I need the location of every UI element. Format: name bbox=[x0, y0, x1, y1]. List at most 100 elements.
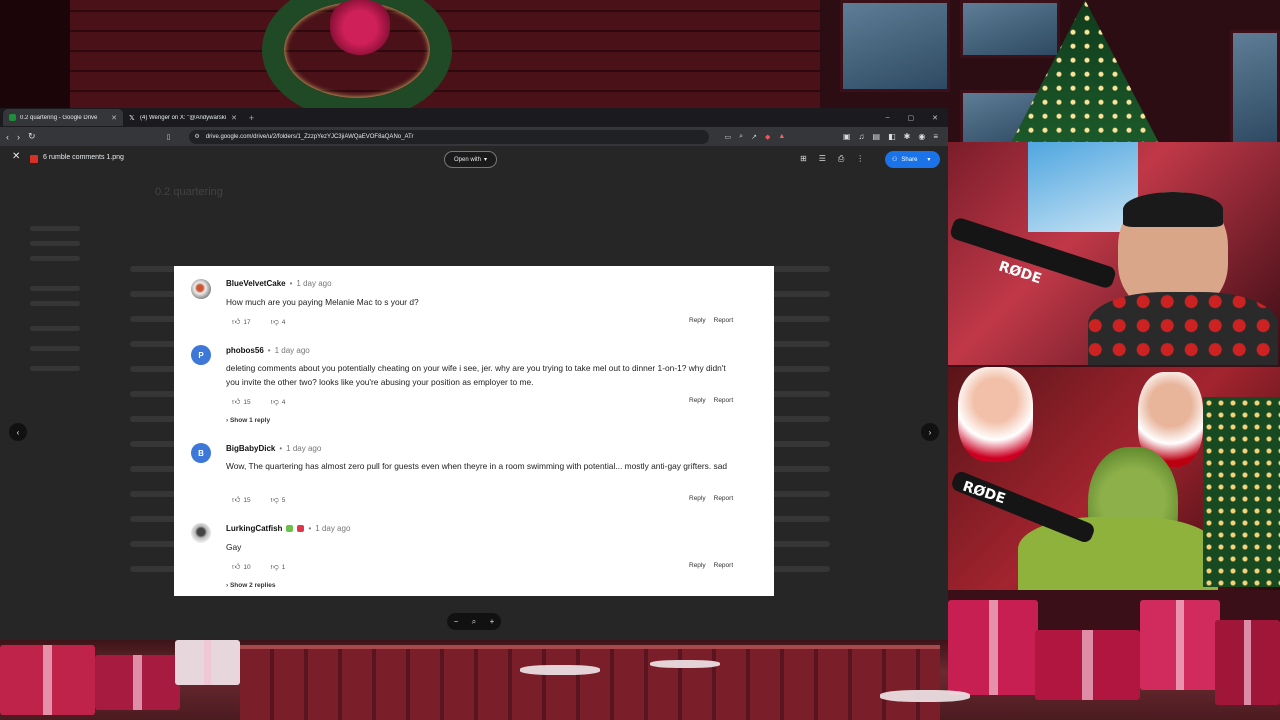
back-icon[interactable]: ‹ bbox=[6, 132, 9, 142]
url-text: drive.google.com/drive/u/2/folders/1_Zzz… bbox=[205, 133, 414, 140]
zoom-out-icon[interactable]: − bbox=[454, 617, 459, 626]
tab-close-icon[interactable]: ✕ bbox=[111, 114, 117, 122]
report-button[interactable]: Report bbox=[714, 317, 734, 324]
reading-list-icon[interactable]: ▤ bbox=[873, 132, 881, 141]
share-page-icon[interactable]: ↗ bbox=[751, 133, 757, 141]
gift-box bbox=[95, 655, 180, 710]
like-button[interactable]: 👍︎ 10 bbox=[232, 562, 251, 572]
gift-box bbox=[948, 600, 1038, 695]
maximize-icon[interactable]: ▢ bbox=[908, 114, 915, 122]
extension-shield-icon[interactable]: ◆ bbox=[765, 133, 770, 141]
close-window-icon[interactable]: ✕ bbox=[932, 114, 938, 122]
comment-actions: Reply Report bbox=[689, 317, 733, 324]
bookmark-icon[interactable]: ▯ bbox=[167, 133, 171, 141]
minimize-icon[interactable]: – bbox=[886, 114, 890, 122]
gift-box bbox=[1035, 630, 1140, 700]
report-button[interactable]: Report bbox=[714, 495, 734, 502]
gift-box bbox=[0, 645, 95, 715]
tab-x-post[interactable]: 𝕏 (4) Wenger on X: "@Andywarski http ✕ bbox=[123, 109, 243, 126]
tab-close-icon[interactable]: ✕ bbox=[231, 114, 237, 122]
avatar: B bbox=[191, 443, 211, 463]
like-count: 17 bbox=[243, 319, 251, 326]
dislike-button[interactable]: 👎︎ 4 bbox=[271, 397, 286, 407]
comment-text: deleting comments about you potentially … bbox=[226, 363, 726, 387]
music-icon[interactable]: ♫ bbox=[859, 132, 865, 141]
avatar bbox=[191, 523, 211, 543]
thumbs-up-icon: 👍︎ bbox=[232, 317, 241, 326]
comment-header: BigBabyDick • 1 day ago bbox=[226, 444, 321, 453]
reply-button[interactable]: Reply bbox=[689, 562, 706, 569]
username[interactable]: LurkingCatfish bbox=[226, 524, 282, 533]
window-pane bbox=[840, 0, 950, 92]
report-button[interactable]: Report bbox=[714, 562, 734, 569]
image-file-icon bbox=[30, 155, 38, 163]
timestamp: 1 day ago bbox=[296, 279, 332, 288]
tab-title: 0.2 quartering - Google Drive bbox=[20, 114, 98, 121]
site-info-icon[interactable]: ⚙ bbox=[194, 133, 199, 140]
avatar: P bbox=[191, 345, 211, 365]
viewer-actions: ⊞ ☰ ⎙ ⋮ bbox=[800, 154, 864, 164]
share-button[interactable]: ⚇ Share ▾ bbox=[885, 151, 940, 168]
profile-icon[interactable]: ◉ bbox=[918, 132, 925, 141]
dislike-button[interactable]: 👎︎ 4 bbox=[271, 317, 286, 327]
username[interactable]: BlueVelvetCake bbox=[226, 279, 286, 288]
thumbs-down-icon: 👎︎ bbox=[270, 495, 279, 504]
username[interactable]: phobos56 bbox=[226, 346, 264, 355]
separator-dot: • bbox=[267, 346, 271, 355]
reply-button[interactable]: Reply bbox=[689, 495, 706, 502]
print-icon[interactable]: ⎙ bbox=[838, 154, 844, 164]
like-button[interactable]: 👍︎ 17 bbox=[232, 317, 251, 327]
wall-shadow bbox=[0, 0, 70, 110]
extension-warning-icon[interactable]: ▲ bbox=[778, 133, 785, 141]
report-button[interactable]: Report bbox=[714, 397, 734, 404]
screenshot-icon[interactable]: ▣ bbox=[843, 132, 851, 141]
new-tab-button[interactable]: + bbox=[243, 113, 260, 123]
zoom-icon[interactable]: ⌕ bbox=[739, 133, 743, 141]
comment-actions: Reply Report bbox=[689, 562, 733, 569]
forward-icon[interactable]: › bbox=[17, 132, 20, 142]
reload-icon[interactable]: ↻ bbox=[28, 131, 36, 142]
show-replies-link[interactable]: › Show 2 replies bbox=[226, 582, 276, 589]
like-button[interactable]: 👍︎ 15 bbox=[232, 495, 251, 505]
tab-google-drive[interactable]: 0.2 quartering - Google Drive ✕ bbox=[3, 109, 123, 126]
more-options-icon[interactable]: ⋮ bbox=[856, 154, 864, 164]
show-replies-link[interactable]: › Show 1 reply bbox=[226, 417, 270, 424]
comment-icon[interactable]: ☰ bbox=[819, 154, 826, 164]
sidebar-icon[interactable]: ◧ bbox=[888, 132, 896, 141]
wreath-bow bbox=[330, 0, 390, 55]
close-viewer-icon[interactable]: ✕ bbox=[12, 151, 20, 162]
menu-icon[interactable]: ≡ bbox=[933, 132, 938, 141]
thumbs-up-icon: 👍︎ bbox=[232, 495, 241, 504]
username[interactable]: BigBabyDick bbox=[226, 444, 275, 453]
chevron-down-icon: ▾ bbox=[484, 157, 488, 163]
chevron-down-icon: ▾ bbox=[927, 157, 931, 163]
verified-badge-icon bbox=[286, 525, 294, 532]
reply-button[interactable]: Reply bbox=[689, 317, 706, 324]
comment-header: BlueVelvetCake • 1 day ago bbox=[226, 279, 332, 288]
dislike-count: 4 bbox=[281, 319, 286, 326]
beanie bbox=[1123, 192, 1223, 227]
avatar bbox=[191, 279, 211, 299]
open-with-button[interactable]: Open with ▾ bbox=[444, 151, 497, 168]
reply-button[interactable]: Reply bbox=[689, 397, 706, 404]
add-to-drive-icon[interactable]: ⊞ bbox=[800, 154, 807, 164]
open-with-label: Open with bbox=[453, 156, 481, 163]
zoom-in-icon[interactable]: + bbox=[490, 617, 495, 626]
zoom-icon[interactable]: ⌕ bbox=[472, 617, 476, 627]
thumbs-up-icon: 👍︎ bbox=[232, 562, 241, 571]
url-field[interactable]: ▯ ⚙ drive.google.com/drive/u/2/folders/1… bbox=[167, 129, 709, 144]
cast-icon[interactable]: ▭ bbox=[725, 133, 732, 141]
window-controls: – ▢ ✕ bbox=[886, 114, 948, 122]
santa-figure bbox=[958, 367, 1033, 462]
comment-header: LurkingCatfish • 1 day ago bbox=[226, 524, 350, 533]
dislike-button[interactable]: 👎︎ 5 bbox=[271, 495, 286, 505]
window-backdrop bbox=[1028, 142, 1138, 232]
extensions-icon[interactable]: ✱ bbox=[904, 132, 911, 141]
like-button[interactable]: 👍︎ 15 bbox=[232, 397, 251, 407]
next-image-button[interactable]: › bbox=[921, 423, 939, 441]
previous-image-button[interactable]: ‹ bbox=[9, 423, 27, 441]
dislike-button[interactable]: 👎︎ 1 bbox=[271, 562, 286, 572]
snow-patch bbox=[880, 690, 970, 702]
dislike-count: 5 bbox=[281, 497, 286, 504]
tab-strip: 0.2 quartering - Google Drive ✕ 𝕏 (4) We… bbox=[0, 108, 948, 127]
